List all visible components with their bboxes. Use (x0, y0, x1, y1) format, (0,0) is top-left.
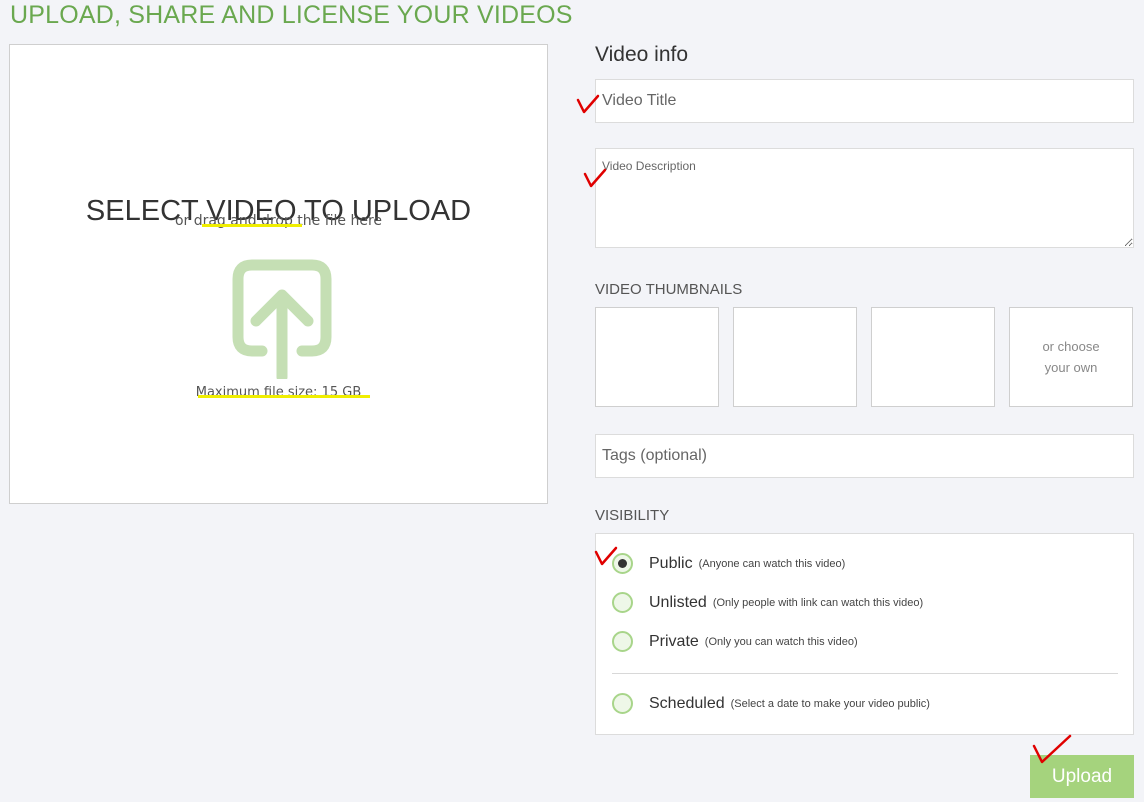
option-desc: (Select a date to make your video public… (730, 697, 930, 710)
visibility-label: VISIBILITY (595, 507, 670, 524)
thumbnail-slot-3[interactable] (871, 307, 995, 407)
option-desc: (Only you can watch this video) (704, 635, 858, 648)
option-name: Scheduled (649, 694, 725, 712)
video-description-input[interactable] (595, 148, 1134, 248)
thumbnails-label: VIDEO THUMBNAILS (595, 281, 743, 298)
option-name: Public (649, 554, 693, 572)
checkmark-icon (583, 168, 607, 188)
radio-unlisted[interactable] (612, 592, 633, 613)
thumbnail-slot-1[interactable] (595, 307, 719, 407)
radio-scheduled[interactable] (612, 693, 633, 714)
option-desc: (Only people with link can watch this vi… (712, 596, 924, 609)
visibility-divider (612, 673, 1118, 674)
video-drop-zone[interactable]: SELECT VIDEO TO UPLOAD or drag and drop … (9, 44, 548, 504)
radio-private[interactable] (612, 631, 633, 652)
option-name: Private (649, 632, 699, 650)
checkmark-icon (1032, 734, 1072, 764)
video-info-heading: Video info (595, 43, 689, 66)
visibility-option-private[interactable]: Private (Only you can watch this video) (612, 631, 858, 652)
checkmark-icon (594, 546, 618, 566)
thumbnail-slot-2[interactable] (733, 307, 857, 407)
video-title-input[interactable] (595, 79, 1134, 123)
upload-arrow-icon (232, 259, 332, 379)
visibility-options: Public (Anyone can watch this video) Unl… (595, 533, 1134, 735)
page-title: UPLOAD, SHARE AND LICENSE YOUR VIDEOS (10, 1, 573, 29)
checkmark-icon (576, 94, 600, 114)
option-desc: (Anyone can watch this video) (698, 557, 846, 570)
visibility-option-scheduled[interactable]: Scheduled (Select a date to make your vi… (612, 693, 930, 714)
max-size-highlight-mark (198, 395, 370, 398)
visibility-option-public[interactable]: Public (Anyone can watch this video) (612, 553, 845, 574)
choose-own-thumbnail[interactable]: or choose your own (1009, 307, 1133, 407)
option-name: Unlisted (649, 593, 707, 611)
tags-input[interactable] (595, 434, 1134, 478)
choose-own-label: or choose your own (1042, 339, 1100, 375)
drag-highlight-mark (202, 224, 302, 227)
visibility-option-unlisted[interactable]: Unlisted (Only people with link can watc… (612, 592, 923, 613)
